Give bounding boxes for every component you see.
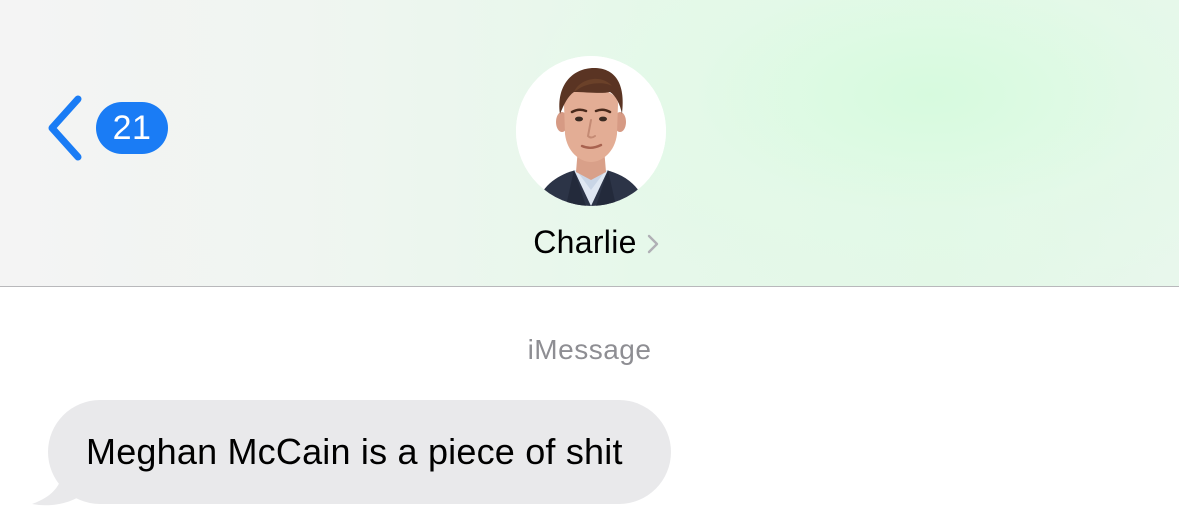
contact-header: Charlie <box>0 56 1179 261</box>
contact-name: Charlie <box>533 224 637 260</box>
chevron-right-icon <box>647 234 658 253</box>
message-bubble: Meghan McCain is a piece of shit <box>48 400 671 504</box>
contact-avatar[interactable] <box>515 56 666 206</box>
service-label: iMessage <box>527 334 652 365</box>
header-divider <box>0 286 1179 287</box>
contact-name-button[interactable]: Charlie <box>533 224 659 261</box>
incoming-message[interactable]: Meghan McCain is a piece of shit <box>28 400 788 510</box>
